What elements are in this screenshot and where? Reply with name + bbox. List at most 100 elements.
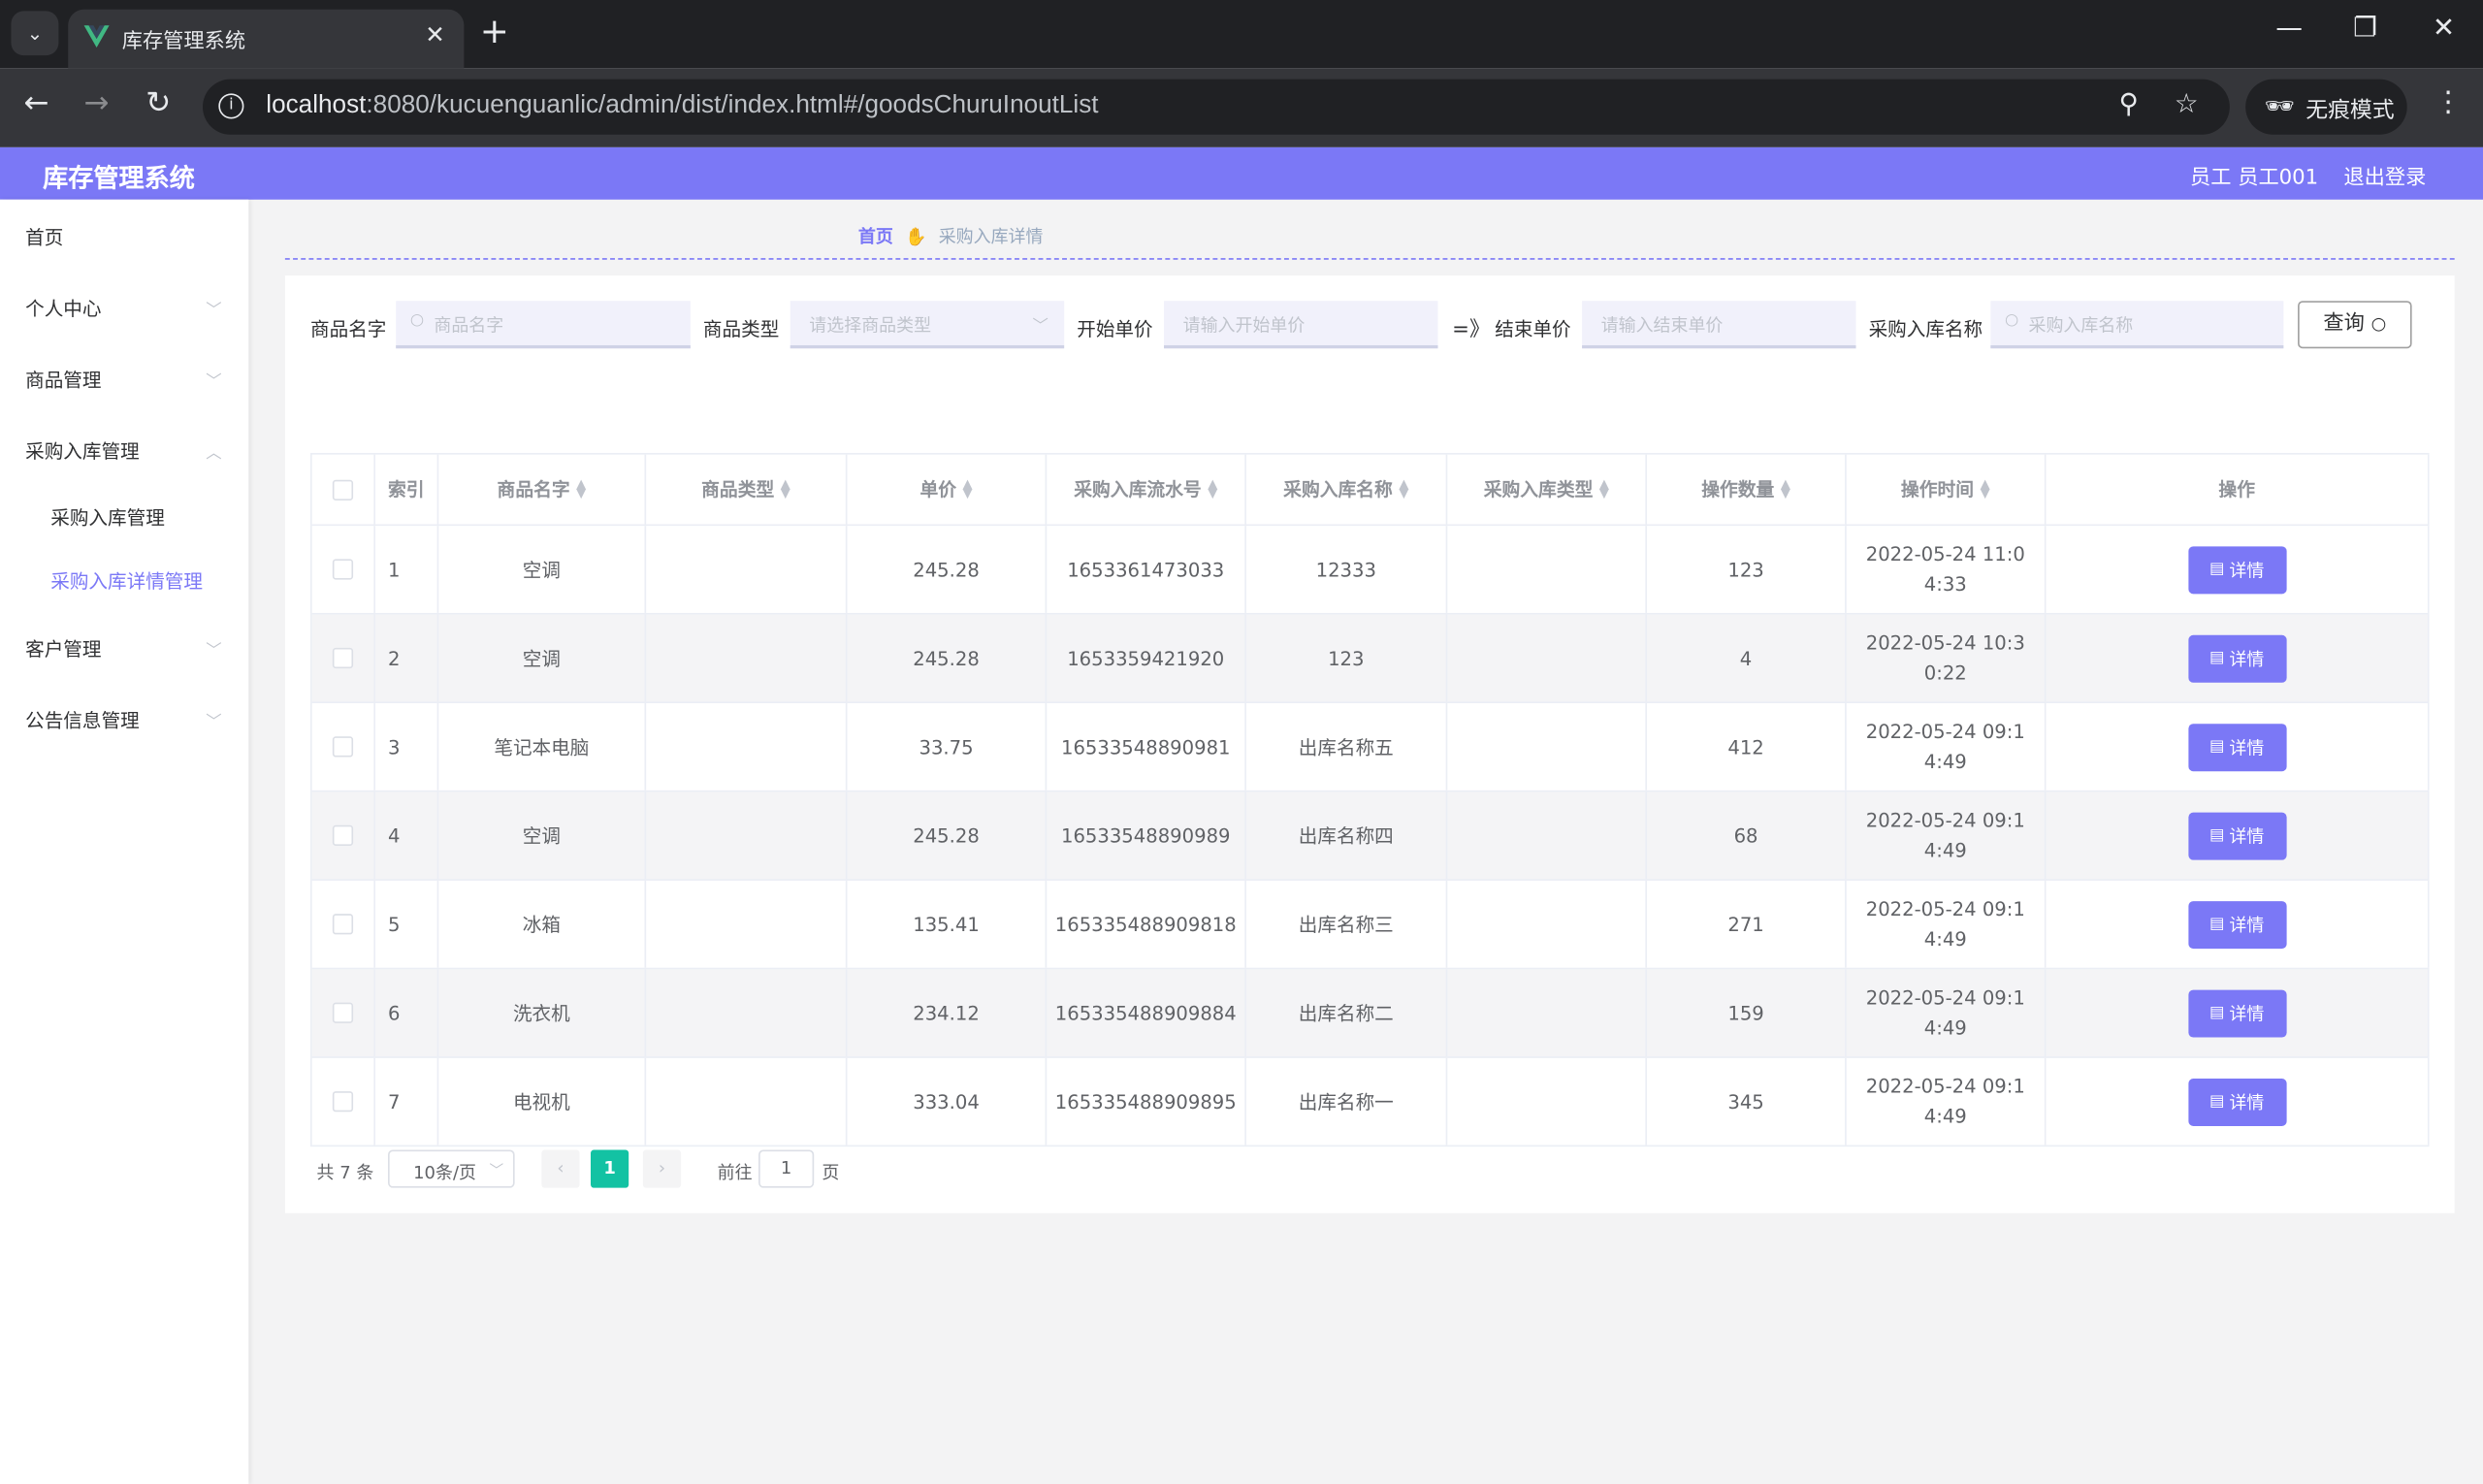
cell-serial: 1653359421920	[1047, 614, 1246, 702]
row-checkbox[interactable]	[332, 559, 354, 580]
tab-close-icon[interactable]: ✕	[425, 20, 445, 48]
cell-goods-name: 笔记本电脑	[438, 703, 647, 790]
col-serial[interactable]: 采购入库流水号 ▲ ▼	[1047, 454, 1246, 525]
detail-button[interactable]: ▤ 详情	[2187, 723, 2286, 771]
sidebar-subitem-purchase-inbound-detail[interactable]: 采购入库详情管理	[50, 567, 203, 595]
detail-button[interactable]: ▤ 详情	[2187, 811, 2286, 859]
table-row: 2 空调 245.28 1653359421920 123 4 2022-05-24 10:…	[311, 614, 2430, 704]
breadcrumb-divider	[284, 258, 2455, 260]
sidebar-item-goods[interactable]: 商品管理	[25, 366, 101, 393]
sort-icon[interactable]: ▲ ▼	[1208, 477, 1217, 500]
sort-icon[interactable]: ▲ ▼	[963, 477, 973, 500]
inout-name-input[interactable]: ○ 采购入库名称	[1990, 301, 2284, 349]
cell-inout-type	[1447, 880, 1648, 968]
next-page-button[interactable]: ›	[642, 1149, 682, 1188]
page-size-select[interactable]: 10条/页 ﹀	[388, 1149, 515, 1188]
col-price[interactable]: 单价 ▲ ▼	[847, 454, 1048, 525]
cell-quantity: 345	[1647, 1057, 1847, 1145]
new-tab-icon[interactable]: +	[480, 13, 509, 52]
back-icon[interactable]: ←	[23, 85, 48, 120]
end-price-input[interactable]: 请输入结束单价	[1582, 301, 1856, 349]
document-icon: ▤	[2209, 826, 2225, 845]
goods-type-select[interactable]: 请选择商品类型 ﹀	[790, 301, 1065, 349]
cell-price: 245.28	[847, 526, 1048, 613]
detail-button[interactable]: ▤ 详情	[2187, 988, 2286, 1037]
detail-button[interactable]: ▤ 详情	[2187, 1078, 2286, 1126]
sort-icon[interactable]: ▲ ▼	[781, 477, 790, 500]
row-checkbox[interactable]	[332, 736, 354, 758]
document-icon: ▤	[2209, 561, 2225, 579]
sort-icon[interactable]: ▲ ▼	[576, 477, 586, 500]
url-text: localhost:8080/kucuenguanlic/admin/dist/…	[266, 91, 1099, 119]
row-checkbox[interactable]	[332, 647, 354, 669]
col-goods-name[interactable]: 商品名字 ▲ ▼	[438, 454, 647, 525]
cell-quantity: 412	[1647, 703, 1847, 790]
address-bar[interactable]: i localhost:8080/kucuenguanlic/admin/dis…	[202, 79, 2230, 135]
sidebar-item-personal-center[interactable]: 个人中心	[25, 295, 101, 322]
restore-icon[interactable]: ❐	[2353, 13, 2377, 45]
incognito-indicator[interactable]: 🕶 无痕模式	[2245, 79, 2407, 135]
detail-button[interactable]: ▤ 详情	[2187, 900, 2286, 949]
col-inout-name[interactable]: 采购入库名称 ▲ ▼	[1246, 454, 1448, 525]
col-inout-type[interactable]: 采购入库类型 ▲ ▼	[1447, 454, 1648, 525]
goods-name-label: 商品名字	[310, 318, 387, 341]
sort-icon[interactable]: ▲ ▼	[1781, 477, 1790, 500]
browser-menu-icon[interactable]: ⋮	[2434, 85, 2462, 118]
goods-name-input[interactable]: ○ 商品名字	[396, 301, 691, 349]
zoom-icon[interactable]: ⚲	[2119, 88, 2139, 120]
tab-search-dropdown-icon[interactable]: ⌄	[11, 11, 59, 56]
sort-icon[interactable]: ▲ ▼	[1399, 477, 1408, 500]
logout-link[interactable]: 退出登录	[2343, 160, 2426, 189]
forward-icon[interactable]: →	[84, 85, 110, 120]
reload-icon[interactable]: ↻	[145, 85, 171, 120]
sidebar-item-home[interactable]: 首页	[25, 223, 63, 250]
query-button[interactable]: 查询 ○	[2298, 301, 2412, 349]
row-select-cell	[312, 1057, 375, 1145]
close-window-icon[interactable]: ✕	[2433, 13, 2455, 45]
row-checkbox[interactable]	[332, 1091, 354, 1113]
prev-page-button[interactable]: ‹	[541, 1149, 580, 1188]
page-number-current[interactable]: 1	[590, 1149, 629, 1188]
table-header-row: 索引 商品名字 ▲ ▼ 商品类型 ▲ ▼ 单价 ▲ ▼ 采购入库流水号 ▲ ▼ 采购入库名称 ▲ ▼…	[311, 454, 2430, 527]
app-header: 库存管理系统 员工 员工001 退出登录	[0, 146, 2483, 200]
sort-icon[interactable]: ▲ ▼	[1599, 477, 1609, 500]
cell-goods-name: 冰箱	[438, 880, 647, 968]
sort-icon[interactable]: ▲ ▼	[1981, 477, 1990, 500]
row-checkbox[interactable]	[332, 824, 354, 846]
bookmark-star-icon[interactable]: ☆	[2175, 88, 2199, 120]
start-price-label: 开始单价	[1077, 318, 1153, 341]
breadcrumb-home[interactable]: 首页	[858, 227, 893, 247]
sidebar-item-customers[interactable]: 客户管理	[25, 635, 101, 662]
detail-button[interactable]: ▤ 详情	[2187, 633, 2286, 682]
chevron-down-icon: ﹀	[206, 642, 222, 661]
cell-quantity: 271	[1647, 880, 1847, 968]
goto-page-input[interactable]: 1	[758, 1149, 815, 1188]
cell-inout-name: 出库名称三	[1246, 880, 1448, 968]
sidebar-item-notices[interactable]: 公告信息管理	[25, 706, 140, 733]
minimize-icon[interactable]: —	[2275, 13, 2303, 45]
cell-quantity: 68	[1647, 791, 1847, 880]
col-time[interactable]: 操作时间 ▲ ▼	[1847, 454, 2047, 525]
table-row: 5 冰箱 135.41 165335488909818 出库名称三 271 2022-05-…	[311, 880, 2430, 970]
hand-icon: ✋	[905, 226, 927, 247]
cell-quantity: 159	[1647, 969, 1847, 1057]
start-price-input[interactable]: 请输入开始单价	[1164, 301, 1438, 349]
col-quantity[interactable]: 操作数量 ▲ ▼	[1647, 454, 1847, 525]
cell-time: 2022-05-24 09:14:49	[1847, 880, 2047, 968]
row-checkbox[interactable]	[332, 914, 354, 935]
chevron-down-icon: ﹀	[206, 302, 222, 320]
sidebar-item-purchase-inbound[interactable]: 采购入库管理	[25, 437, 140, 465]
cell-index: 4	[375, 791, 439, 880]
browser-tab[interactable]: 库存管理系统 ✕	[68, 9, 465, 69]
select-all-checkbox[interactable]	[332, 478, 354, 500]
col-goods-type[interactable]: 商品类型 ▲ ▼	[646, 454, 848, 525]
document-icon: ▤	[2209, 737, 2225, 756]
site-info-icon[interactable]: i	[218, 93, 244, 119]
search-icon: ○	[409, 311, 425, 330]
sidebar-subitem-purchase-inbound[interactable]: 采购入库管理	[50, 503, 165, 531]
detail-button[interactable]: ▤ 详情	[2187, 545, 2286, 594]
cell-index: 3	[375, 703, 439, 790]
cell-time: 2022-05-24 10:30:22	[1847, 614, 2047, 702]
row-checkbox[interactable]	[332, 1002, 354, 1023]
cell-inout-name: 出库名称四	[1246, 791, 1448, 880]
